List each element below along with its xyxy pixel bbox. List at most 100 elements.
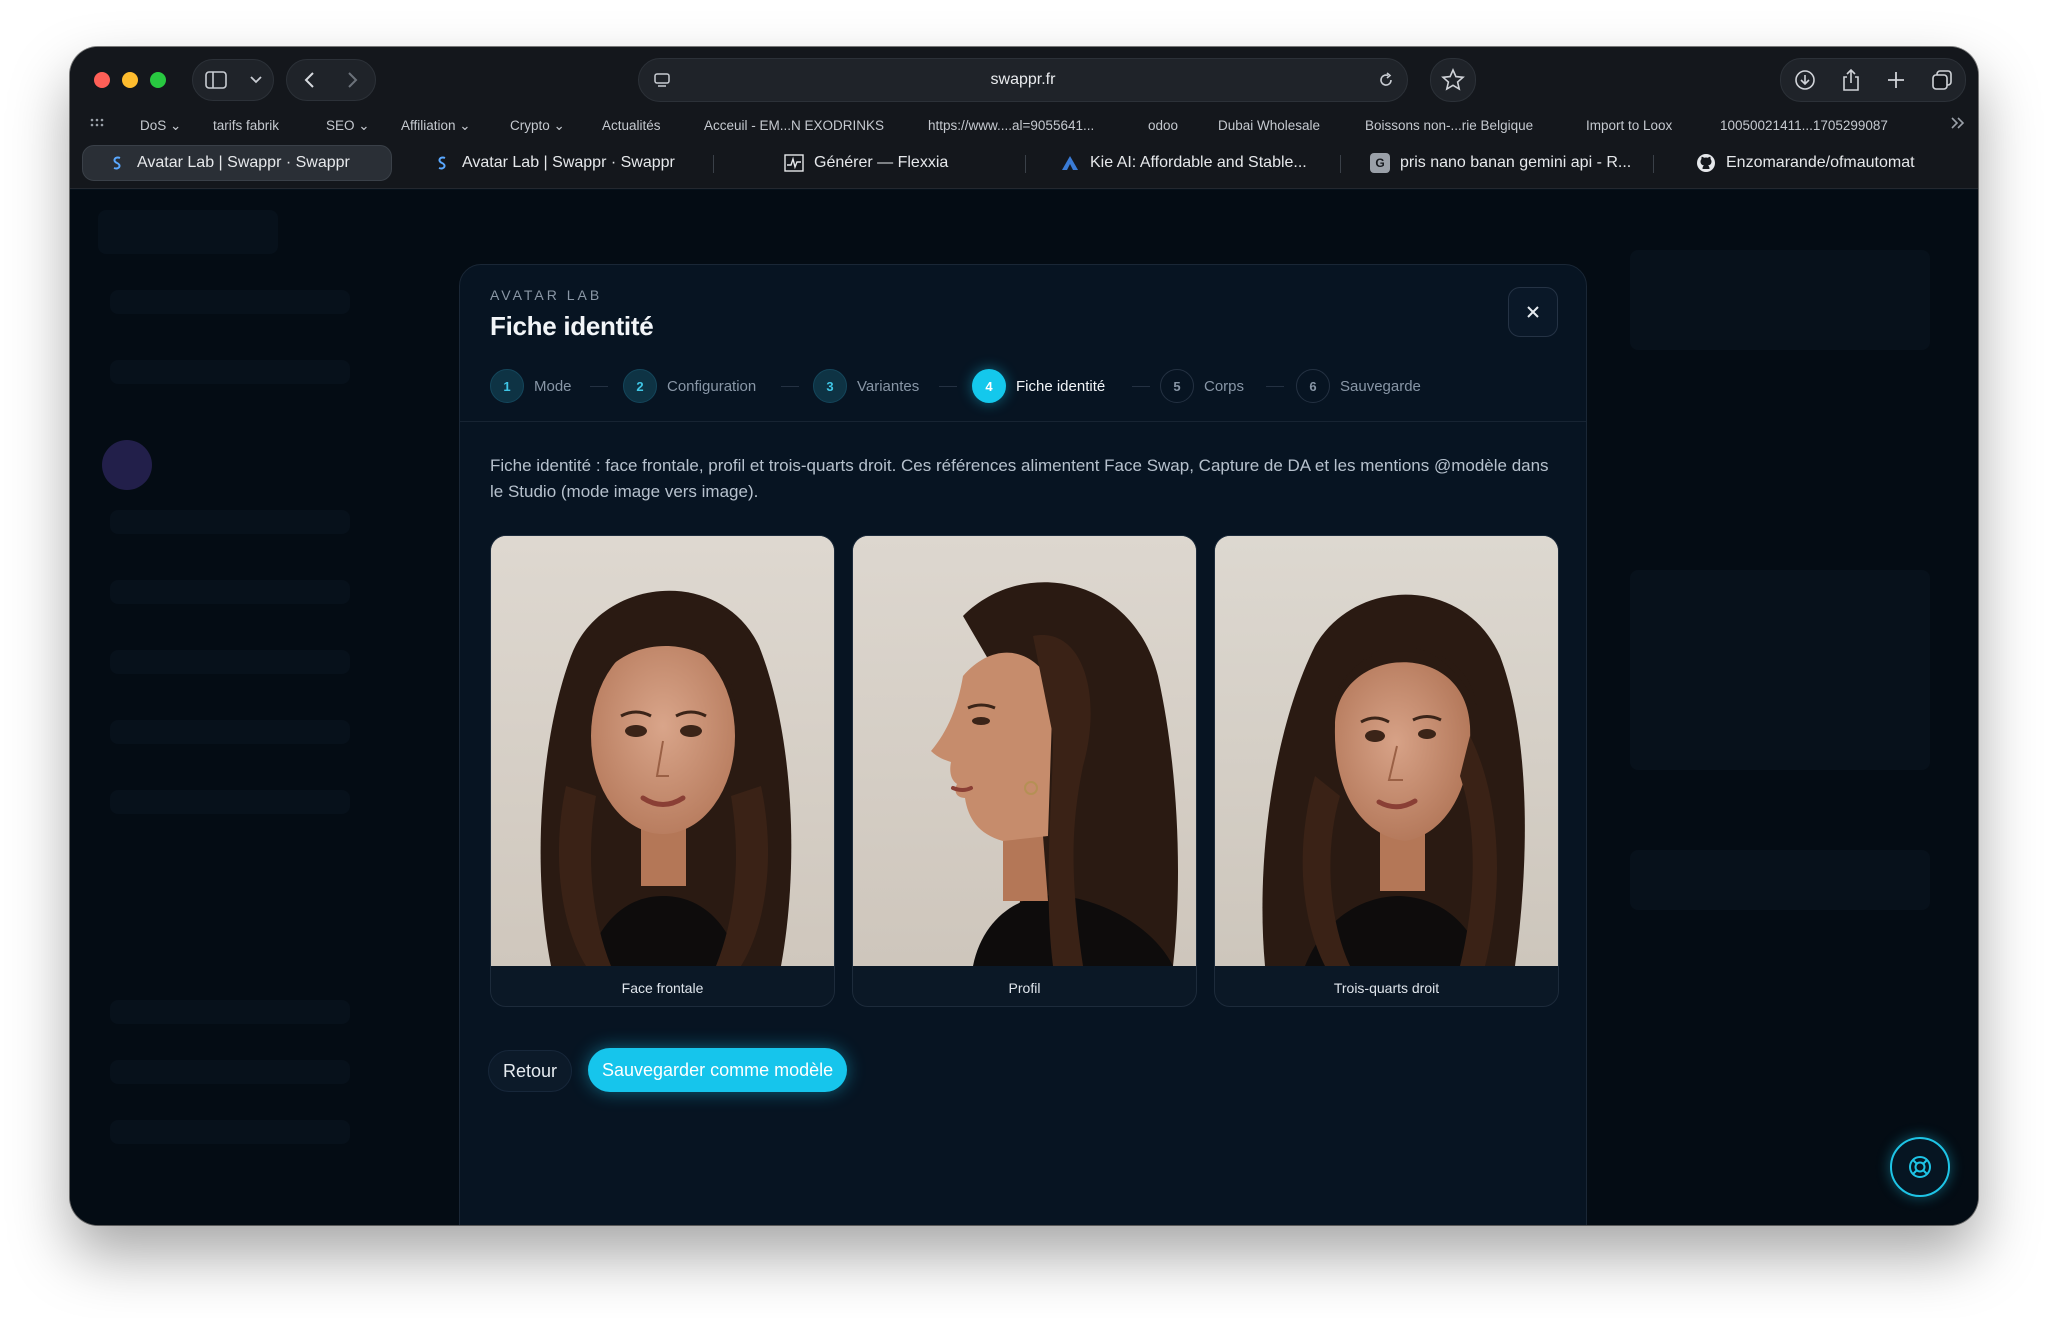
- blurred-panel: [1630, 850, 1930, 910]
- blurred-sidebar-item: [110, 1060, 350, 1084]
- step-configuration[interactable]: 2 Configuration: [623, 369, 756, 403]
- avatar-lab-modal: AVATAR LAB Fiche identité 1 Mode 2 Confi…: [459, 264, 1587, 1225]
- tab-avatar-lab[interactable]: Avatar Lab | Swappr · Swappr: [432, 145, 675, 181]
- blurred-avatar: [102, 440, 152, 490]
- tab-label: Avatar Lab | Swappr · Swappr: [137, 154, 350, 171]
- window-controls: [94, 72, 166, 88]
- modal-title: Fiche identité: [490, 311, 654, 341]
- url-text: swappr.fr: [990, 71, 1056, 88]
- tab-separator: [1025, 155, 1026, 173]
- browser-window: swappr.fr DoS ⌄ tarifs fabrik SEO ⌄ Affi…: [70, 47, 1978, 1225]
- bookmark-boissons[interactable]: Boissons non-...rie Belgique: [1365, 118, 1533, 133]
- lifebuoy-icon: [1907, 1154, 1933, 1180]
- blurred-sidebar-item: [110, 1000, 350, 1024]
- blurred-panel: [1630, 570, 1930, 770]
- back-arrow-icon[interactable]: [303, 71, 315, 89]
- g-favicon-icon: G: [1370, 153, 1390, 173]
- download-icon[interactable]: [1794, 69, 1816, 91]
- bookmark-odoo[interactable]: odoo: [1148, 118, 1178, 133]
- blurred-sidebar-item: [110, 580, 350, 604]
- swappr-favicon-icon: [107, 153, 127, 173]
- toolbar-actions: [1780, 58, 1966, 102]
- step-corps[interactable]: 5 Corps: [1160, 369, 1244, 403]
- profile-image: [853, 536, 1196, 966]
- blurred-sidebar-item: [110, 790, 350, 814]
- bookmark-seo[interactable]: SEO ⌄: [326, 118, 370, 134]
- close-window-button[interactable]: [94, 72, 110, 88]
- three-quarter-image: [1215, 536, 1558, 966]
- card-caption: Trois-quarts droit: [1333, 980, 1440, 996]
- header-divider: [460, 421, 1586, 422]
- new-tab-icon[interactable]: [1886, 70, 1906, 90]
- tab-label: Avatar Lab | Swappr · Swappr: [462, 154, 675, 171]
- tab-label: Générer — Flexxia: [814, 154, 949, 171]
- bookmark-url[interactable]: https://www....al=9055641...: [928, 118, 1094, 133]
- reload-icon[interactable]: [1377, 71, 1395, 89]
- close-modal-button[interactable]: [1508, 287, 1558, 337]
- tab-nano-banana[interactable]: G pris nano banan gemini api - R...: [1370, 145, 1631, 181]
- tab-avatar-lab-active[interactable]: Avatar Lab | Swappr · Swappr: [82, 145, 392, 181]
- reference-card-frontal[interactable]: Face frontale: [490, 535, 835, 1007]
- back-button[interactable]: Retour: [488, 1050, 573, 1092]
- share-icon[interactable]: [1841, 68, 1861, 92]
- tab-separator: [1340, 155, 1341, 173]
- blurred-sidebar-item: [110, 1120, 350, 1144]
- card-caption: Face frontale: [621, 980, 704, 996]
- tab-label: Kie AI: Affordable and Stable...: [1090, 154, 1307, 171]
- blurred-sidebar-item: [110, 290, 350, 314]
- tab-label: pris nano banan gemini api - R...: [1400, 154, 1632, 171]
- sidebar-toggle[interactable]: [192, 59, 274, 101]
- card-caption: Profil: [1008, 980, 1041, 996]
- chevrons-right-icon[interactable]: [1950, 116, 1966, 130]
- page-content: AVATAR LAB Fiche identité 1 Mode 2 Confi…: [70, 190, 1978, 1225]
- bookmark-button[interactable]: [1430, 58, 1476, 102]
- blurred-sidebar-item: [110, 650, 350, 674]
- bookmark-dos[interactable]: DoS ⌄: [140, 118, 181, 134]
- flexxia-favicon-icon: [784, 153, 804, 173]
- reference-card-profile[interactable]: Profil: [852, 535, 1197, 1007]
- bookmark-actualites[interactable]: Actualités: [602, 118, 661, 133]
- chevron-down-icon: [249, 76, 262, 84]
- apps-grid-icon[interactable]: [90, 118, 104, 132]
- blurred-sidebar-item: [110, 510, 350, 534]
- tab-overview-icon[interactable]: [1931, 69, 1953, 91]
- bookmark-number[interactable]: 10050021411...1705299087: [1720, 118, 1888, 133]
- blurred-sidebar-item: [110, 360, 350, 384]
- bookmark-tarifs-fabrik[interactable]: tarifs fabrik: [213, 118, 279, 133]
- star-icon: [1441, 68, 1465, 92]
- address-bar[interactable]: swappr.fr: [638, 58, 1408, 102]
- forward-arrow-icon[interactable]: [347, 71, 359, 89]
- modal-eyebrow: AVATAR LAB: [490, 287, 603, 303]
- bookmark-affiliation[interactable]: Affiliation ⌄: [401, 118, 471, 134]
- modal-description: Fiche identité : face frontale, profil e…: [490, 456, 1549, 501]
- tab-separator: [1653, 155, 1654, 173]
- tab-flexxia[interactable]: Générer — Flexxia: [784, 145, 948, 181]
- browser-chrome: swappr.fr DoS ⌄ tarifs fabrik SEO ⌄ Affi…: [70, 47, 1978, 189]
- reference-card-three-quarter[interactable]: Trois-quarts droit: [1214, 535, 1559, 1007]
- swappr-favicon-icon: [432, 153, 452, 173]
- history-nav: [286, 59, 376, 101]
- face-frontal-image: [491, 536, 834, 966]
- bookmark-import-loox[interactable]: Import to Loox: [1586, 118, 1672, 133]
- minimize-window-button[interactable]: [122, 72, 138, 88]
- maximize-window-button[interactable]: [150, 72, 166, 88]
- github-icon: [1696, 153, 1716, 173]
- tab-strip: Avatar Lab | Swappr · Swappr Avatar Lab …: [70, 143, 1978, 183]
- bookmark-crypto[interactable]: Crypto ⌄: [510, 118, 565, 134]
- step-sauvegarde[interactable]: 6 Sauvegarde: [1296, 369, 1421, 403]
- bookmark-exodrinks[interactable]: Acceuil - EM...N EXODRINKS: [704, 118, 884, 133]
- step-mode[interactable]: 1 Mode: [490, 369, 572, 403]
- save-as-model-button[interactable]: Sauvegarder comme modèle: [588, 1048, 848, 1092]
- help-button[interactable]: [1890, 1137, 1950, 1197]
- bookmarks-bar: DoS ⌄ tarifs fabrik SEO ⌄ Affiliation ⌄ …: [70, 114, 1978, 140]
- close-icon: [1526, 305, 1540, 319]
- kie-favicon-icon: [1060, 153, 1080, 173]
- step-fiche-identite[interactable]: 4 Fiche identité: [972, 369, 1105, 403]
- tab-kie-ai[interactable]: Kie AI: Affordable and Stable...: [1060, 145, 1307, 181]
- blurred-sidebar-item: [110, 720, 350, 744]
- tab-github[interactable]: Enzomarande/ofmautomat: [1696, 145, 1915, 181]
- blurred-logo: [98, 210, 278, 254]
- bookmark-dubai-wholesale[interactable]: Dubai Wholesale: [1218, 118, 1320, 133]
- sidebar-icon: [204, 71, 227, 89]
- step-variantes[interactable]: 3 Variantes: [813, 369, 919, 403]
